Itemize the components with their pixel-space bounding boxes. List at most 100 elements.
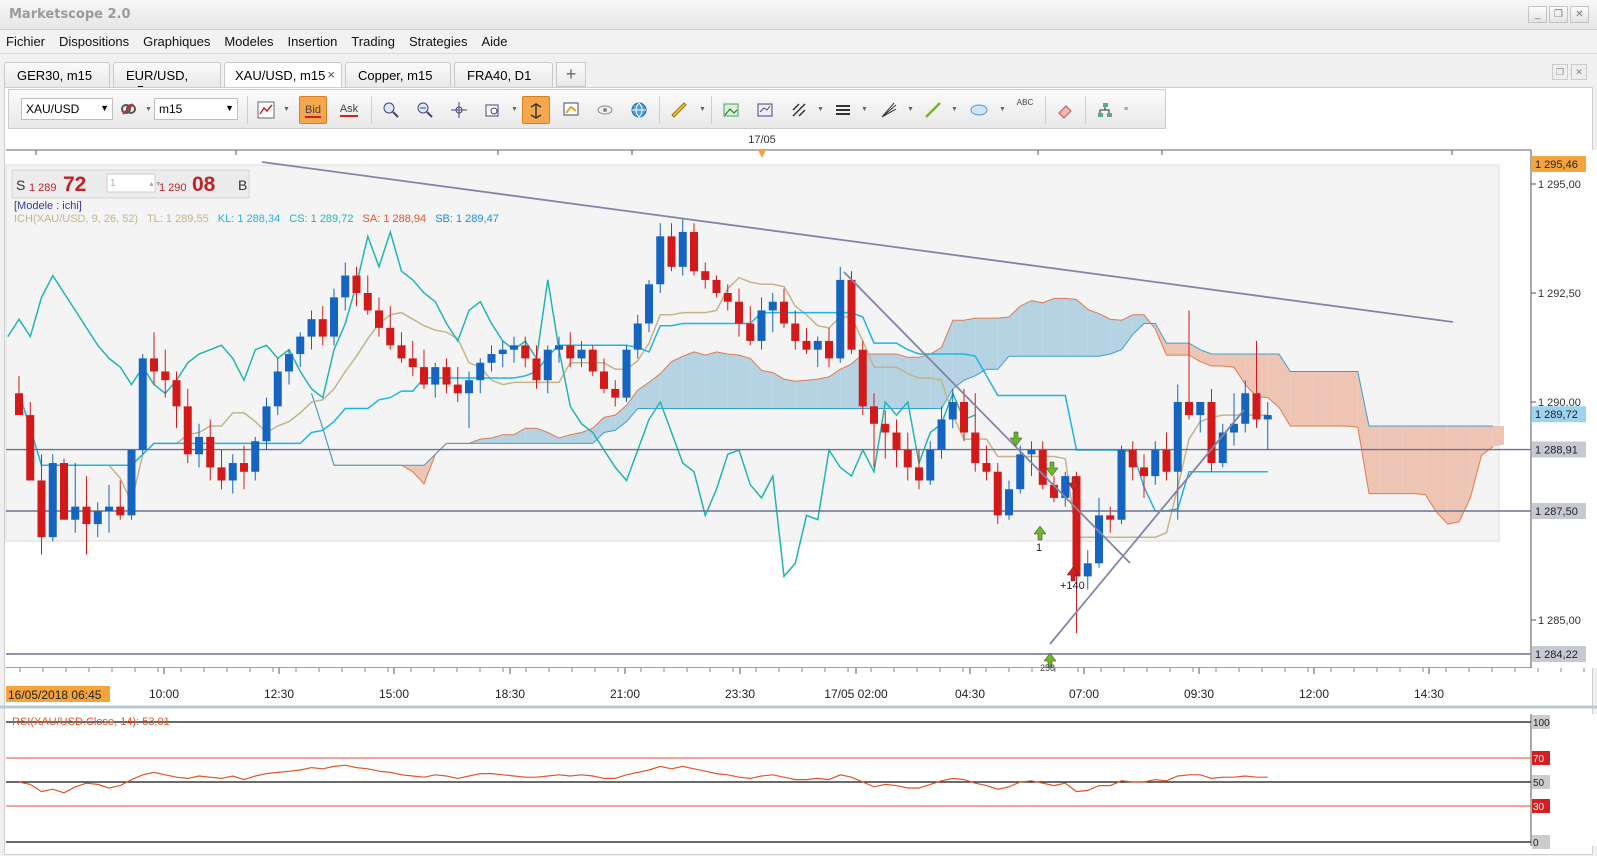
cloud-segment: [840, 363, 852, 409]
buy-price-small[interactable]: 1 290: [159, 182, 187, 194]
time-tick-label: 17/05 02:00: [824, 687, 888, 701]
trade-qty-label: 1: [1036, 542, 1042, 554]
candle-body: [1106, 515, 1115, 520]
candle-body: [960, 402, 968, 433]
candle-body: [836, 279, 845, 359]
candle-body: [825, 340, 833, 359]
price-tag-label: 1 289,72: [1535, 409, 1578, 421]
cloud-segment: [604, 415, 616, 433]
candle-body: [206, 436, 215, 468]
candle-body: [1140, 467, 1148, 477]
candle-body: [476, 362, 485, 381]
candle-body: [431, 367, 440, 385]
candle-body: [690, 231, 698, 272]
ich-label: ICH(XAU/USD, 9, 26, 52): [14, 213, 138, 225]
sell-price-small[interactable]: 1 289: [29, 182, 57, 194]
candle-body: [1128, 449, 1137, 468]
candle-body: [858, 349, 867, 407]
kl-value: KL: 1 288,34: [218, 213, 280, 225]
cloud-segment: [1436, 425, 1448, 525]
candle-body: [15, 393, 23, 416]
candle-body: [296, 336, 305, 355]
cloud-segment: [1110, 319, 1122, 355]
candle-body: [161, 371, 170, 381]
cloud-segment: [1346, 371, 1358, 428]
candle-body: [1027, 449, 1036, 455]
tl-value: TL: 1 289,55: [147, 213, 209, 225]
cloud-segment: [1020, 300, 1032, 357]
candle-body: [307, 319, 316, 337]
candle-body: [341, 275, 350, 298]
candle-body: [622, 349, 631, 398]
ichimoku-legend: ICH(XAU/USD, 9, 26, 52) TL: 1 289,55 KL:…: [14, 213, 499, 225]
candle-body: [555, 345, 563, 350]
buy-price-big[interactable]: 08: [192, 173, 216, 196]
price-tick-label: 1 285,00: [1538, 615, 1581, 627]
cloud-segment: [1087, 309, 1099, 357]
cloud-segment: [817, 376, 829, 409]
candle-body: [791, 323, 800, 341]
profit-label: +140: [1060, 580, 1085, 592]
sell-price-big[interactable]: 72: [63, 173, 86, 196]
rsi-label: RSI(XAU/USD.Close, 14): 53,01: [12, 716, 170, 728]
cloud-segment: [1414, 425, 1426, 495]
candle-body: [1038, 449, 1047, 485]
sb-value: SB: 1 289,47: [435, 213, 499, 225]
start-date-label: 16/05/2018 06:45: [8, 688, 102, 702]
cloud-segment: [1222, 354, 1234, 368]
price-tag-label: 1 288,91: [1535, 445, 1578, 457]
time-tick-label: 15:00: [379, 687, 409, 701]
candle-body: [352, 275, 361, 293]
candle-body: [386, 327, 395, 346]
candle-body: [285, 354, 293, 372]
candle-body: [228, 463, 237, 481]
candle-body: [577, 349, 586, 359]
candle-body: [735, 301, 743, 324]
cloud-segment: [1099, 313, 1111, 357]
candle-body: [757, 310, 766, 341]
candle-body: [948, 402, 957, 420]
cloud-segment: [1031, 300, 1043, 357]
cloud-segment: [907, 357, 919, 409]
candle-body: [318, 319, 327, 337]
candle-body: [1263, 415, 1272, 420]
candle-body: [532, 358, 541, 381]
cloud-segment: [1380, 425, 1392, 494]
time-tick-label: 18:30: [495, 687, 525, 701]
candle-body: [611, 388, 620, 398]
candle-body: [1252, 393, 1261, 420]
cloud-segment: [806, 379, 818, 409]
candle-body: [1072, 476, 1081, 577]
candle-body: [127, 449, 136, 516]
price-tag-label: 1 287,50: [1535, 506, 1578, 518]
cloud-segment: [694, 351, 706, 409]
candle-body: [982, 463, 991, 472]
candle-body: [251, 441, 260, 472]
candle-body: [183, 406, 192, 455]
candle-body: [363, 293, 372, 311]
candle-body: [1173, 402, 1182, 472]
candle-body: [521, 345, 530, 359]
candle-body: [588, 349, 597, 372]
cloud-segment: [1065, 298, 1077, 357]
time-tick-label: 14:30: [1414, 687, 1444, 701]
candle-body: [48, 463, 57, 538]
rsi-level-label: 50: [1533, 778, 1545, 789]
cloud-segment: [1166, 343, 1178, 356]
candle-body: [847, 279, 856, 350]
candle-body: [453, 384, 462, 394]
cloud-segment: [964, 318, 976, 381]
candle-body: [892, 432, 901, 450]
candle-body: [195, 436, 203, 455]
cloud-segment: [1042, 298, 1054, 357]
cloud-segment: [896, 354, 908, 409]
cloud-segment: [739, 355, 751, 409]
cloud-segment: [1312, 371, 1324, 426]
cloud-segment: [727, 354, 739, 409]
cloud-segment: [874, 354, 886, 409]
candle-body: [926, 449, 935, 481]
cloud-segment: [919, 354, 931, 409]
price-chart[interactable]: 1 295,001 292,501 290,001 285,001 295,46…: [0, 0, 1597, 856]
cloud-segment: [1492, 425, 1504, 447]
cloud-segment: [525, 428, 537, 444]
